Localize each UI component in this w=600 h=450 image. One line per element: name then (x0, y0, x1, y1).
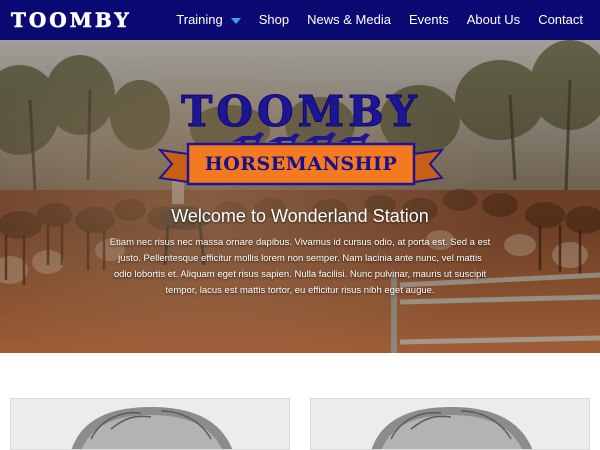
feature-card-1[interactable] (10, 398, 290, 450)
top-navbar: TOOMBY Training Shop News & Media Events… (0, 0, 600, 40)
nav-item-about-us[interactable]: About Us (458, 0, 529, 40)
toomby-horsemanship-logo: TOOMBY HORSEMANSHIP (156, 89, 446, 220)
portrait-photo (311, 399, 589, 449)
nav-item-news-media[interactable]: News & Media (298, 0, 400, 40)
hero-banner: TOOMBY HORSEMANSHIP Welcome to Wonderlan… (0, 40, 600, 353)
main-menu: Training Shop News & Media Events About … (167, 0, 600, 40)
hero-description: Etiam nec risus nec massa ornare dapibus… (109, 237, 491, 296)
nav-item-events[interactable]: Events (400, 0, 458, 40)
logo-subtitle: HORSEMANSHIP (204, 153, 398, 175)
nav-item-contact[interactable]: Contact (529, 0, 600, 40)
chevron-down-icon[interactable] (230, 17, 241, 24)
nav-item-shop[interactable]: Shop (250, 0, 298, 40)
feature-card-2[interactable] (310, 398, 590, 450)
portrait-photo (11, 399, 289, 449)
nav-item-training-label: Training (176, 12, 223, 27)
hero-title: Welcome to Wonderland Station (171, 206, 429, 226)
brand-logo[interactable]: TOOMBY (11, 9, 132, 32)
nav-item-training[interactable]: Training (167, 0, 249, 40)
